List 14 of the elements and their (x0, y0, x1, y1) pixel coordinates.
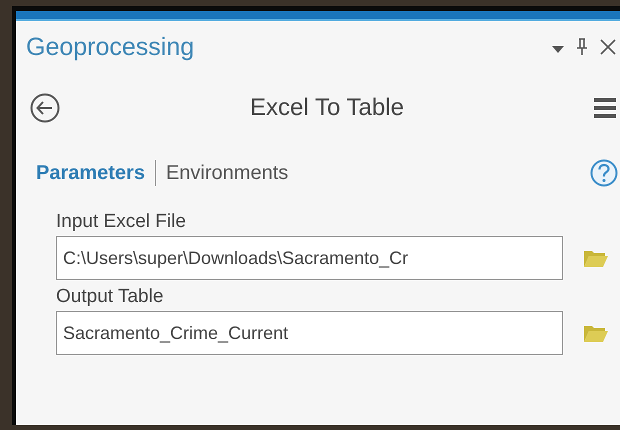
dropdown-icon[interactable] (552, 46, 564, 52)
pane-title: Geoprocessing (26, 32, 194, 62)
field-label: Output Table (56, 286, 164, 309)
input-field[interactable]: C:\Users\super\Downloads\Sacramento_Cr (56, 236, 563, 280)
tab[interactable]: Parameters (36, 162, 145, 184)
close-icon[interactable] (600, 39, 616, 55)
help-icon[interactable] (590, 159, 618, 187)
tab[interactable]: Environments (166, 162, 288, 184)
input-field[interactable]: Sacramento_Crime_Current (56, 311, 563, 355)
menu-icon[interactable] (594, 97, 616, 119)
back-icon[interactable] (30, 93, 60, 123)
field-label: Input Excel File (56, 211, 187, 234)
pin-icon[interactable] (576, 38, 588, 56)
tool-title: Excel To Table (250, 94, 404, 122)
